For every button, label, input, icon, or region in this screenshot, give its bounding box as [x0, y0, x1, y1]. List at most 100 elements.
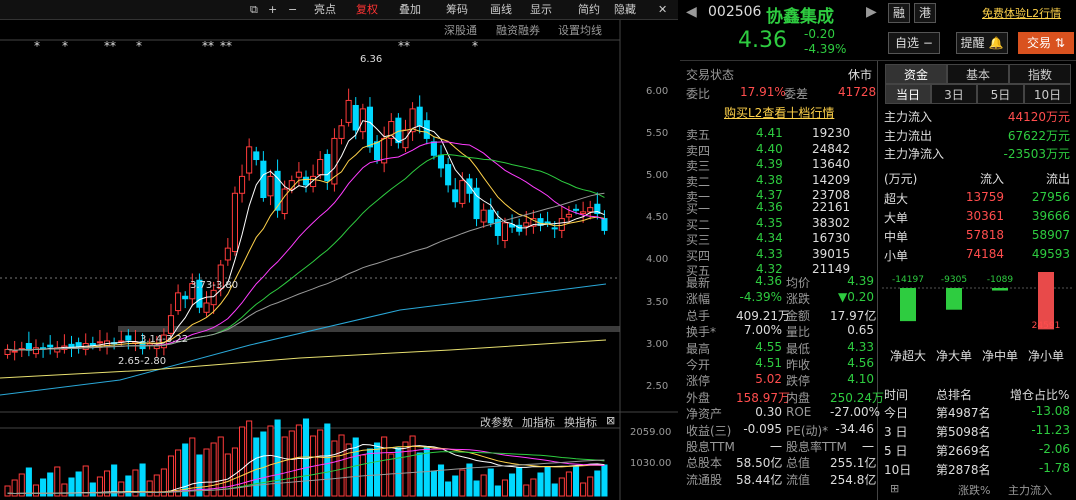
- volume-bar: [61, 483, 68, 497]
- bid-price: 4.35: [756, 215, 783, 230]
- volume-bar: [516, 467, 523, 497]
- flow-in: 30361: [965, 209, 1004, 223]
- ma120-line: [0, 283, 607, 396]
- tab-today[interactable]: 当日: [885, 84, 931, 104]
- volume-bar: [445, 481, 452, 497]
- quote-value: 250.24万: [830, 390, 884, 405]
- rank-position: 第2878名: [936, 463, 991, 477]
- quote-label: 量比: [786, 325, 811, 340]
- volume-bar: [473, 480, 480, 497]
- candle-body: [459, 180, 466, 204]
- quote-label: 昨收: [786, 358, 811, 372]
- rank-pct: -13.08: [1031, 404, 1070, 418]
- volume-bar: [487, 468, 494, 497]
- volume-bar: [587, 476, 594, 497]
- close-indicator-icon[interactable]: ⊠: [606, 414, 615, 427]
- trade-status-label: 交易状态: [686, 68, 735, 82]
- volume-bar: [565, 471, 572, 497]
- candle-body: [430, 141, 437, 156]
- prev-stock-icon[interactable]: ◀: [686, 4, 697, 20]
- quote-value: 0.30: [755, 405, 782, 420]
- range-label-2: 3.14-3.22: [140, 334, 189, 345]
- volume-bar: [374, 442, 381, 497]
- candle-body: [253, 151, 260, 161]
- tab-3d[interactable]: 3日: [931, 84, 977, 104]
- volume-bar: [416, 452, 423, 497]
- volume-bar: [530, 478, 537, 497]
- volume-bar: [523, 484, 530, 497]
- rank-header: 增仓占比%: [1010, 388, 1070, 402]
- tab-index[interactable]: 指数: [1009, 64, 1071, 84]
- candle-body: [480, 209, 487, 223]
- ask-price: 4.40: [756, 141, 783, 156]
- volume-bar: [551, 483, 558, 497]
- volume-bar: [189, 437, 196, 497]
- margin-badge[interactable]: 融: [888, 3, 910, 23]
- tab-fund[interactable]: 资金: [885, 64, 947, 84]
- quote-label: 最高: [686, 341, 711, 356]
- volume-bar: [295, 424, 302, 497]
- flow-value: 44120万元: [1007, 110, 1070, 124]
- add-indicator-button[interactable]: 加指标: [522, 414, 555, 430]
- marker-star: *: [62, 39, 68, 53]
- edit-params-button[interactable]: 改参数: [480, 414, 513, 430]
- volume-bar: [459, 469, 466, 497]
- quote-value: -4.39%: [739, 290, 782, 305]
- quote-label: 最低: [786, 341, 811, 356]
- range-label-1: 3.73-3.80: [190, 280, 239, 291]
- tab-10d[interactable]: 10日: [1024, 84, 1071, 104]
- tab-basic[interactable]: 基本: [947, 64, 1009, 84]
- flow-out: 27956: [1031, 190, 1070, 204]
- high-label: 6.36: [360, 54, 383, 65]
- quote-label: 换手*: [686, 325, 717, 340]
- volume-bar: [54, 466, 61, 497]
- candle-body: [224, 247, 231, 261]
- candle-body: [246, 146, 253, 174]
- marker-star: **: [398, 39, 410, 53]
- quote-value: 17.97亿: [830, 308, 877, 323]
- quote-label: 外盘: [686, 390, 711, 405]
- buy-l2-link[interactable]: 购买L2查看十档行情: [724, 104, 834, 121]
- quote-value: 4.56: [847, 356, 874, 370]
- quote-value: 254.8亿: [830, 472, 877, 487]
- candle-body: [182, 295, 189, 300]
- weibi-value: 17.91%: [740, 85, 786, 99]
- vol-tick: 1030.00: [630, 458, 672, 469]
- quote-value: 58.50亿: [736, 456, 783, 471]
- candle-body: [125, 335, 132, 341]
- volume-bar: [324, 423, 331, 497]
- volume-bar: [32, 484, 40, 497]
- free-l2-link[interactable]: 免费体验L2行情: [982, 5, 1061, 21]
- quote-value: 255.1亿: [830, 456, 877, 471]
- watchlist-button[interactable]: 自选 −: [888, 32, 940, 54]
- bid-label: 买三: [686, 233, 711, 248]
- volume-bar: [331, 440, 338, 497]
- candle-body: [523, 222, 530, 227]
- rank-period: 5 日: [884, 444, 908, 458]
- candle-body: [153, 345, 160, 350]
- flow-row-label: 中单: [884, 230, 909, 244]
- footer-expand-icon[interactable]: ⊞: [890, 482, 899, 495]
- price-tick: 3.50: [646, 297, 669, 308]
- switch-indicator-button[interactable]: 换指标: [564, 414, 597, 430]
- quote-value: 58.44亿: [736, 472, 783, 487]
- alert-button[interactable]: 提醒 🔔: [956, 32, 1008, 54]
- quote-value: 4.39: [847, 274, 874, 288]
- price-tick: 3.00: [646, 339, 669, 350]
- tab-5d[interactable]: 5日: [977, 84, 1024, 104]
- candle-body: [47, 344, 54, 348]
- quote-value: 一: [861, 440, 874, 454]
- quote-value: ▼0.20: [838, 290, 874, 305]
- next-stock-icon[interactable]: ▶: [866, 4, 877, 20]
- quote-label: 涨跌: [786, 292, 811, 307]
- price-tick: 4.50: [646, 212, 669, 223]
- volume-bar: [146, 480, 153, 497]
- quote-value: -34.46: [835, 421, 874, 436]
- candle-body: [338, 125, 345, 139]
- trade-button[interactable]: 交易 ⇅: [1018, 32, 1074, 54]
- candle-body: [416, 106, 423, 127]
- ask-label: 卖三: [686, 159, 711, 174]
- hk-badge[interactable]: 港: [914, 3, 936, 23]
- volume-bar: [253, 437, 260, 497]
- volume-bar: [118, 481, 125, 497]
